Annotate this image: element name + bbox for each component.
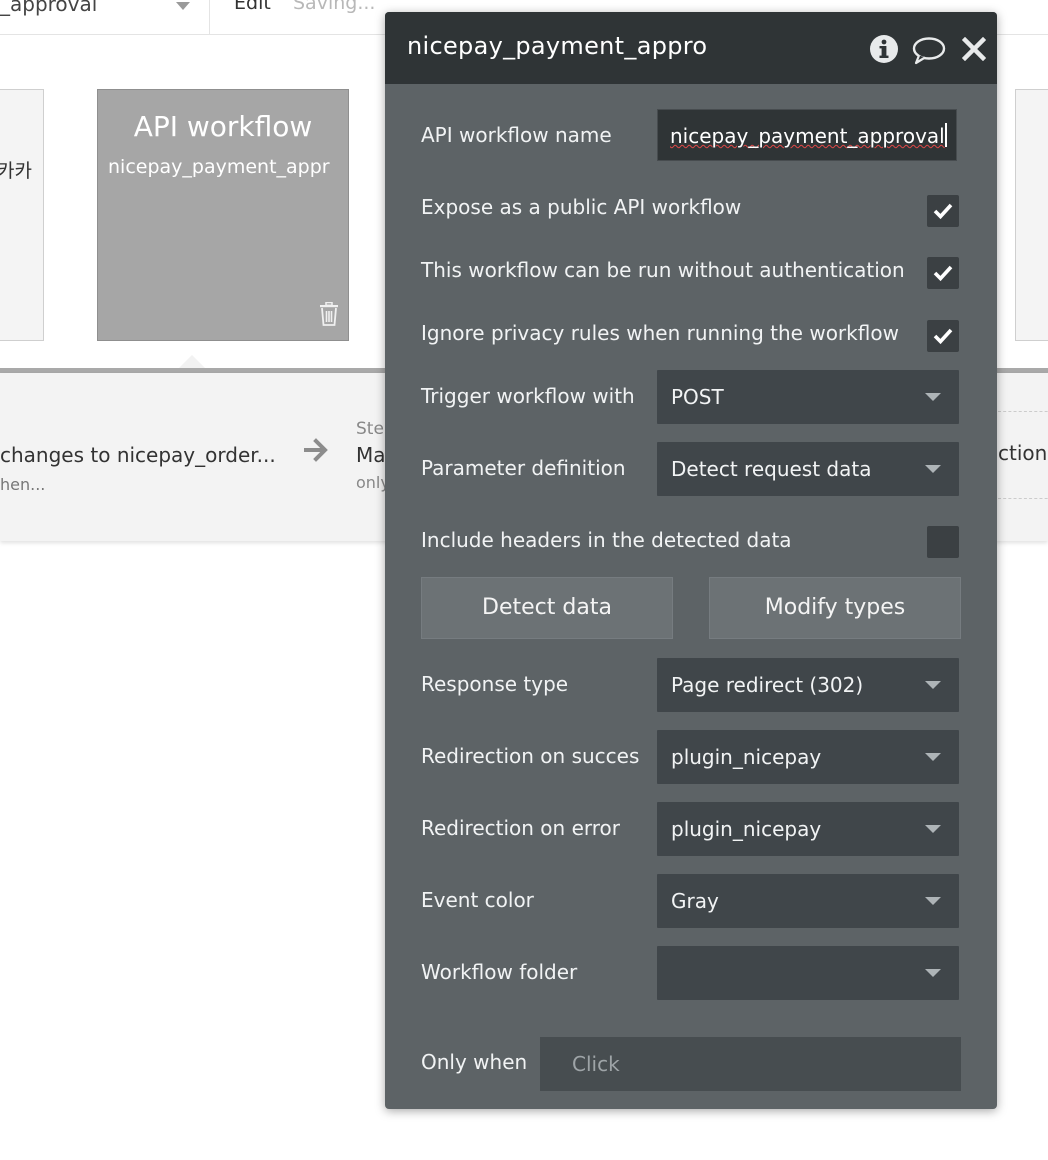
- redirect-success-value: plugin_nicepay: [671, 745, 822, 769]
- workflow-folder-dropdown[interactable]: [657, 946, 959, 1000]
- no-auth-label: This workflow can be run without authent…: [421, 258, 905, 282]
- chevron-down-icon: [925, 825, 941, 833]
- step1-condition: hen...: [0, 475, 46, 494]
- workflow-select[interactable]: _approval: [0, 0, 97, 16]
- property-editor: nicepay_payment_appro API workflow name …: [385, 12, 997, 1109]
- response-type-dropdown[interactable]: Page redirect (302): [657, 658, 959, 712]
- trigger-method-label: Trigger workflow with: [421, 384, 635, 408]
- checkmark-icon: [933, 265, 953, 282]
- workflow-name-label: API workflow name: [421, 123, 612, 147]
- api-workflow-card-name: nicepay_payment_appr: [108, 156, 330, 178]
- divider: [209, 0, 210, 34]
- chevron-down-icon: [925, 753, 941, 761]
- workflow-folder-label: Workflow folder: [421, 960, 578, 984]
- api-workflow-card-title: API workflow: [133, 110, 313, 143]
- only-when-placeholder: Click: [572, 1052, 620, 1076]
- event-color-value: Gray: [671, 889, 719, 913]
- redirect-error-value: plugin_nicepay: [671, 817, 822, 841]
- redirect-success-dropdown[interactable]: plugin_nicepay: [657, 730, 959, 784]
- include-headers-checkbox[interactable]: [927, 526, 959, 558]
- modify-types-button[interactable]: Modify types: [709, 577, 961, 639]
- comment-icon[interactable]: [912, 36, 946, 70]
- chevron-down-icon: [925, 897, 941, 905]
- redirect-error-label: Redirection on error: [421, 816, 620, 840]
- expose-public-checkbox[interactable]: [927, 195, 959, 227]
- redirect-error-dropdown[interactable]: plugin_nicepay: [657, 802, 959, 856]
- property-editor-title: nicepay_payment_appro: [407, 32, 708, 60]
- checkmark-icon: [933, 203, 953, 220]
- close-icon[interactable]: [961, 36, 987, 65]
- text-cursor: [944, 123, 947, 147]
- include-headers-label: Include headers in the detected data: [421, 528, 792, 552]
- event-color-label: Event color: [421, 888, 534, 912]
- arrow-right-icon: [304, 437, 330, 470]
- add-action-label[interactable]: ction: [998, 441, 1047, 465]
- event-color-dropdown[interactable]: Gray: [657, 874, 959, 928]
- only-when-label: Only when: [421, 1050, 528, 1074]
- workflow-name-value: nicepay_payment_approval: [670, 124, 945, 148]
- saving-status: Saving...: [293, 0, 376, 14]
- workflow-card-right[interactable]: [1015, 89, 1048, 341]
- chevron-down-icon[interactable]: [176, 2, 190, 10]
- only-when-input[interactable]: Click: [540, 1037, 961, 1091]
- checkmark-icon: [933, 328, 953, 345]
- no-auth-checkbox[interactable]: [927, 257, 959, 289]
- card-left-line2: 카카: [0, 160, 32, 182]
- workflow-card-left[interactable]: / 카카: [0, 89, 44, 341]
- trash-icon[interactable]: [318, 301, 340, 330]
- api-workflow-card[interactable]: API workflow nicepay_payment_appr: [97, 89, 349, 341]
- parameter-definition-dropdown[interactable]: Detect request data: [657, 442, 959, 496]
- trigger-method-dropdown[interactable]: POST: [657, 370, 959, 424]
- chevron-down-icon: [925, 681, 941, 689]
- ignore-privacy-checkbox[interactable]: [927, 320, 959, 352]
- expose-public-label: Expose as a public API workflow: [421, 195, 742, 219]
- chevron-down-icon: [925, 465, 941, 473]
- redirect-success-label: Redirection on succes: [421, 744, 640, 768]
- response-type-label: Response type: [421, 672, 569, 696]
- ignore-privacy-label: Ignore privacy rules when running the wo…: [421, 321, 899, 345]
- selected-card-pointer: [178, 355, 206, 369]
- detect-data-button[interactable]: Detect data: [421, 577, 673, 639]
- step2-action[interactable]: Ma: [356, 443, 386, 467]
- parameter-definition-value: Detect request data: [671, 457, 872, 481]
- info-icon[interactable]: [869, 34, 899, 68]
- property-editor-header[interactable]: nicepay_payment_appro: [385, 12, 997, 84]
- parameter-definition-label: Parameter definition: [421, 456, 626, 480]
- chevron-down-icon: [925, 969, 941, 977]
- step1-action[interactable]: changes to nicepay_order...: [0, 443, 276, 467]
- chevron-down-icon: [925, 393, 941, 401]
- trigger-method-value: POST: [671, 385, 724, 409]
- response-type-value: Page redirect (302): [671, 673, 864, 697]
- workflow-name-input[interactable]: nicepay_payment_approval: [657, 109, 957, 161]
- edit-menu[interactable]: Edit: [234, 0, 271, 14]
